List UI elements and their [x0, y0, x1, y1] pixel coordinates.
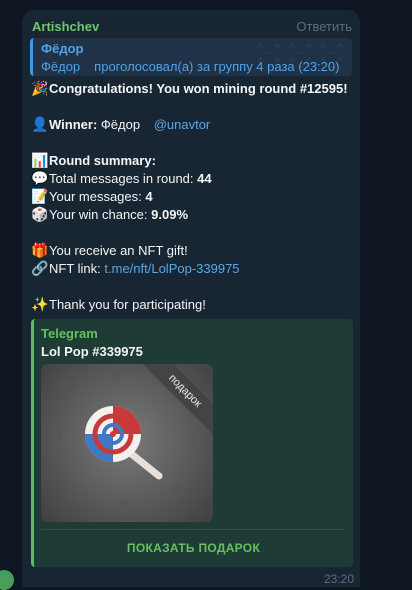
chart-icon: 📊	[31, 152, 49, 168]
person-icon: 👤	[31, 116, 49, 132]
quote-text-action: проголосовал(а) за группу 4 раза (23:20)	[94, 59, 340, 74]
win-chance-line: 🎲Your win chance: 9.09%	[31, 206, 188, 223]
chance-label: Your win chance:	[49, 207, 148, 222]
scroll-indicator	[0, 570, 14, 590]
winner-handle-link[interactable]: @unavtor	[154, 117, 211, 132]
yours-label: Your messages:	[49, 189, 142, 204]
thanks-line: ✨Thank you for participating!	[31, 296, 206, 313]
chance-value: 9.09%	[151, 207, 189, 222]
nft-label: NFT link:	[49, 261, 101, 276]
your-messages-line: 📝Your messages: 4	[31, 188, 153, 205]
summary-line: 📊Round summary:	[31, 152, 156, 169]
party-icon: 🎉	[31, 80, 49, 96]
card-title: Lol Pop #339975	[41, 344, 143, 359]
total-messages-line: 💬Total messages in round: 44	[31, 170, 212, 187]
summary-label: Round summary:	[49, 153, 156, 168]
congrats-line: 🎉Congratulations! You won mining round #…	[31, 80, 348, 97]
quote-text: Фёдор проголосовал(а) за группу 4 раза (2…	[41, 59, 339, 74]
card-site-name: Telegram	[41, 326, 98, 341]
link-preview-card[interactable]: Telegram Lol Pop #339975 подарок ПОКАЗАТ…	[31, 319, 353, 567]
sparkles-icon: ✨	[31, 296, 49, 312]
yours-value: 4	[145, 189, 153, 204]
card-divider	[41, 529, 345, 530]
nft-link-line: 🔗NFT link: t.me/nft/LolPop-339975	[31, 260, 240, 277]
winner-line: 👤Winner: Фёдор @unavtor	[31, 116, 210, 133]
speech-bubble-icon: 💬	[31, 170, 49, 186]
congrats-text: Congratulations! You won mining round #1…	[49, 81, 348, 96]
total-label: Total messages in round:	[49, 171, 194, 186]
reply-quote[interactable]: ^_^ ^_^ ^_^ ^_^ ^_^ ^_^ Фёдор Фёдор прогол…	[30, 38, 352, 76]
gift-icon: 🎁	[31, 242, 49, 258]
dice-icon: 🎲	[31, 206, 49, 222]
show-gift-button[interactable]: ПОКАЗАТЬ ПОДАРОК	[34, 531, 353, 565]
gift-text: You receive an NFT gift!	[49, 243, 188, 258]
sender-name[interactable]: Artishchev	[32, 19, 99, 34]
gift-line: 🎁You receive an NFT gift!	[31, 242, 188, 259]
total-value: 44	[197, 171, 212, 186]
gift-image[interactable]: подарок	[41, 364, 213, 522]
winner-label: Winner:	[49, 117, 98, 132]
nft-url-link[interactable]: t.me/nft/LolPop-339975	[104, 261, 239, 276]
message-bubble: Artishchev Ответить ^_^ ^_^ ^_^ ^_^ ^_^ ^…	[22, 10, 360, 587]
quote-author: Фёдор	[41, 41, 84, 56]
memo-icon: 📝	[31, 188, 49, 204]
message-time: 23:20	[323, 572, 354, 586]
quote-text-name: Фёдор	[41, 59, 81, 74]
reply-button[interactable]: Ответить	[296, 19, 352, 34]
winner-name: Фёдор	[100, 117, 141, 132]
thanks-text: Thank you for participating!	[49, 297, 206, 312]
link-icon: 🔗	[31, 260, 49, 276]
